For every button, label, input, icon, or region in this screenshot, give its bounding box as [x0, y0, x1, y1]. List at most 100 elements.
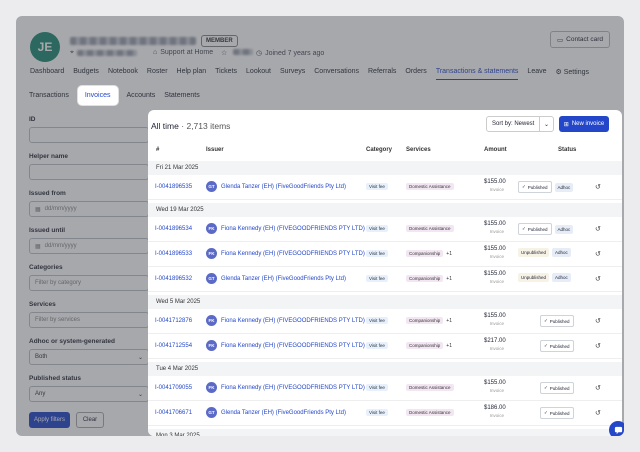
- date-group-header: Tue 4 Mar 2025: [148, 362, 622, 376]
- nav-budgets[interactable]: Budgets: [73, 68, 99, 80]
- tab-invoices[interactable]: Invoices: [77, 86, 118, 105]
- status-cell: Unpublished Adhoc: [518, 273, 571, 282]
- invoice-id-link[interactable]: I-0041712554: [155, 343, 192, 349]
- published-select[interactable]: Any ⌄: [29, 386, 149, 402]
- more-services[interactable]: +1: [446, 318, 452, 324]
- issuer-link[interactable]: GT Glenda Tanzer (EH) (FiveGoodFriends Pt…: [206, 181, 346, 192]
- issuer-initials: FK: [206, 315, 217, 326]
- invoice-id-link[interactable]: I-0041712876: [155, 318, 192, 324]
- table-row[interactable]: I-0041896535 GT Glenda Tanzer (EH) (FiveGo…: [148, 175, 622, 200]
- contact-card-button[interactable]: ▭ Contact card: [549, 31, 610, 48]
- table-row[interactable]: I-0041712876 FK Fiona Kennedy (EH) (FIVEGO…: [148, 309, 622, 334]
- nav-surveys[interactable]: Surveys: [280, 68, 305, 80]
- tab-transactions[interactable]: Transactions: [29, 92, 69, 99]
- issuer-link[interactable]: FK Fiona Kennedy (EH) (FIVEGOODFRIENDS PT…: [206, 248, 365, 259]
- issuer-link[interactable]: FK Fiona Kennedy (EH) (FIVEGOODFRIENDS PT…: [206, 223, 365, 234]
- history-icon[interactable]: ↺: [595, 250, 601, 258]
- issuer-initials: FK: [206, 223, 217, 234]
- issuer-link[interactable]: FK Fiona Kennedy (EH) (FIVEGOODFRIENDS PT…: [206, 382, 365, 393]
- nav-leave[interactable]: Leave: [527, 68, 546, 80]
- published-label: Published status: [29, 375, 82, 382]
- table-row[interactable]: I-0041709055 FK Fiona Kennedy (EH) (FIVEGO…: [148, 376, 622, 401]
- table-row[interactable]: I-0041706671 GT Glenda Tanzer (EH) (FiveGo…: [148, 401, 622, 426]
- table-row[interactable]: I-0041712554 FK Fiona Kennedy (EH) (FIVEGO…: [148, 334, 622, 359]
- status-cell: ✓ Published: [540, 382, 574, 394]
- location-pin-icon: ⌖: [70, 49, 74, 56]
- status-badge: Unpublished: [518, 248, 550, 257]
- adhoc-badge: Adhoc: [554, 224, 574, 234]
- more-services[interactable]: +1: [446, 343, 452, 349]
- table-row[interactable]: I-0041896533 FK Fiona Kennedy (EH) (FIVEGO…: [148, 242, 622, 267]
- history-icon[interactable]: ↺: [595, 342, 601, 350]
- invoice-id-link[interactable]: I-0041896533: [155, 251, 192, 257]
- clear-button[interactable]: Clear: [75, 412, 105, 428]
- nav-conversations[interactable]: Conversations: [314, 68, 359, 80]
- issued-until-input[interactable]: ▦ dd/mm/yyyy: [29, 238, 149, 254]
- col-issuer: Issuer: [206, 147, 224, 153]
- issued-from-input[interactable]: ▦ dd/mm/yyyy: [29, 201, 149, 217]
- nav-notebook[interactable]: Notebook: [108, 68, 138, 80]
- service-badge: Companionship: [406, 317, 444, 324]
- tab-accounts[interactable]: Accounts: [127, 92, 156, 99]
- invoice-id-link[interactable]: I-0041896532: [155, 276, 192, 282]
- service-badge: Domestic Assistance: [406, 409, 454, 416]
- apply-filters-button[interactable]: Apply filters: [29, 412, 71, 428]
- nav-orders[interactable]: Orders: [405, 68, 426, 80]
- nav-transactions[interactable]: Transactions & statements: [435, 68, 519, 80]
- status-cell: ✓ Published Adhoc: [518, 181, 574, 193]
- category-badge: Visit fee: [366, 183, 388, 190]
- adhoc-select[interactable]: Both ⌄: [29, 349, 149, 365]
- new-invoice-button[interactable]: ⊞ New invoice: [559, 116, 609, 132]
- nav-dashboard[interactable]: Dashboard: [30, 68, 64, 80]
- id-input[interactable]: [29, 127, 149, 143]
- category-badge: Visit fee: [366, 384, 388, 391]
- helper-input[interactable]: [29, 164, 149, 180]
- history-icon[interactable]: ↺: [595, 225, 601, 233]
- issuer-link[interactable]: FK Fiona Kennedy (EH) (FIVEGOODFRIENDS PT…: [206, 315, 365, 326]
- invoices-title: All time · 2,713 items: [151, 121, 231, 131]
- history-icon[interactable]: ↺: [595, 275, 601, 283]
- sort-select[interactable]: Sort by: Newest ⌄: [486, 116, 554, 132]
- nav-referrals[interactable]: Referrals: [368, 68, 396, 80]
- history-icon[interactable]: ↺: [595, 384, 601, 392]
- issuer-initials: FK: [206, 382, 217, 393]
- star-icon[interactable]: ☆: [221, 49, 227, 57]
- invoice-id-link[interactable]: I-0041896534: [155, 226, 192, 232]
- services-input[interactable]: Filter by services: [29, 312, 149, 328]
- nav-roster[interactable]: Roster: [147, 68, 168, 80]
- status-cell: ✓ Published Adhoc: [518, 223, 574, 235]
- nav-help-plan[interactable]: Help plan: [177, 68, 207, 80]
- amount-cell: $155.00 Invoice: [484, 246, 506, 259]
- status-badge: Unpublished: [518, 273, 550, 282]
- services-cell: Domestic Assistance: [406, 384, 454, 391]
- chat-button[interactable]: [609, 421, 624, 436]
- table-row[interactable]: I-0041896534 FK Fiona Kennedy (EH) (FIVEGO…: [148, 217, 622, 242]
- more-services[interactable]: +1: [446, 251, 452, 257]
- check-circle-icon: ✓: [522, 184, 526, 189]
- issuer-link[interactable]: FK Fiona Kennedy (EH) (FIVEGOODFRIENDS PT…: [206, 340, 365, 351]
- issuer-link[interactable]: GT Glenda Tanzer (EH) (FiveGoodFriends Pt…: [206, 407, 346, 418]
- card-icon: ▭: [556, 36, 564, 44]
- check-circle-icon: ✓: [522, 226, 526, 231]
- issuer-initials: GT: [206, 181, 217, 192]
- invoice-id-link[interactable]: I-0041896535: [155, 184, 192, 190]
- nav-settings[interactable]: ⚙ Settings: [556, 68, 590, 80]
- more-services[interactable]: +1: [446, 276, 452, 282]
- chat-icon: [614, 426, 622, 434]
- history-icon[interactable]: ↺: [595, 409, 601, 417]
- subtabs: Transactions Invoices Accounts Statement…: [29, 86, 200, 105]
- issuer-link[interactable]: GT Glenda Tanzer (EH) (FiveGoodFriends Pt…: [206, 273, 346, 284]
- invoice-id-link[interactable]: I-0041706671: [155, 410, 192, 416]
- table-row[interactable]: I-0041896532 GT Glenda Tanzer (EH) (FiveGo…: [148, 267, 622, 292]
- nav-lookout[interactable]: Lookout: [246, 68, 271, 80]
- services-cell: Domestic Assistance: [406, 225, 454, 232]
- services-cell: Companionship +1: [406, 342, 452, 349]
- invoice-id-link[interactable]: I-0041709055: [155, 385, 192, 391]
- nav-tickets[interactable]: Tickets: [215, 68, 237, 80]
- categories-input[interactable]: Filter by category: [29, 275, 149, 291]
- tab-statements[interactable]: Statements: [164, 92, 199, 99]
- history-icon[interactable]: ↺: [595, 317, 601, 325]
- history-icon[interactable]: ↺: [595, 183, 601, 191]
- filter-sidebar: ID Helper name Issued from ▦ dd/mm/yyyy I…: [29, 116, 149, 428]
- status-cell: ✓ Published: [540, 340, 574, 352]
